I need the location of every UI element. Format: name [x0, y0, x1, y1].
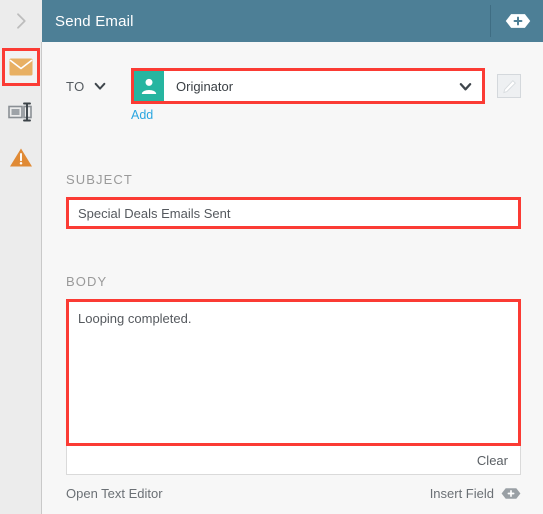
clear-bar: Clear — [66, 446, 521, 475]
open-text-editor-link[interactable]: Open Text Editor — [66, 486, 163, 501]
avatar — [134, 71, 164, 101]
recipient-name: Originator — [176, 78, 234, 94]
body-textarea[interactable]: Looping completed. — [66, 299, 521, 446]
form-footer: Open Text Editor Insert Field — [66, 486, 521, 501]
envelope-icon — [9, 58, 32, 76]
sidebar-item-warning-step[interactable] — [2, 138, 40, 176]
sidebar-item-email-step[interactable] — [1, 48, 40, 86]
send-email-panel: Send Email TO Originator Add SUBJECT Spe… — [0, 0, 543, 514]
subject-input[interactable]: Special Deals Emails Sent — [66, 197, 521, 229]
person-icon — [141, 78, 157, 94]
chevron-right-icon — [17, 13, 26, 29]
top-bar-actions — [490, 0, 543, 42]
text-field-icon — [7, 102, 32, 122]
recipient-dropdown[interactable]: Originator — [131, 68, 485, 104]
collapse-panel-button[interactable] — [0, 0, 42, 42]
recipient-dropdown-caret[interactable] — [448, 71, 482, 101]
page-title: Send Email — [55, 12, 134, 30]
plus-hex-icon — [501, 488, 521, 499]
body-split: TO Originator Add SUBJECT Special Deals … — [0, 42, 543, 514]
insert-field-label: Insert Field — [429, 486, 494, 501]
to-row: TO Originator — [66, 68, 521, 104]
chevron-down-icon — [459, 82, 471, 90]
chevron-down-icon — [94, 82, 106, 90]
warning-triangle-icon — [9, 148, 32, 166]
sidebar-item-text-field-step[interactable] — [2, 93, 40, 131]
add-recipient-link[interactable]: Add — [131, 108, 153, 122]
email-form: TO Originator Add SUBJECT Special Deals … — [42, 42, 543, 514]
toolbar-divider — [490, 5, 491, 37]
clear-button[interactable]: Clear — [477, 453, 508, 468]
to-selector[interactable]: TO — [66, 79, 131, 94]
plus-hex-icon[interactable] — [505, 13, 531, 29]
top-bar-main: Send Email — [42, 0, 543, 42]
subject-label: SUBJECT — [66, 172, 133, 187]
to-label: TO — [66, 78, 85, 94]
insert-field-button[interactable]: Insert Field — [430, 486, 521, 501]
pencil-icon — [502, 79, 516, 93]
top-bar: Send Email — [0, 0, 543, 42]
edit-recipient-button[interactable] — [497, 74, 521, 98]
body-label: BODY — [66, 274, 108, 289]
step-sidebar — [0, 42, 42, 514]
